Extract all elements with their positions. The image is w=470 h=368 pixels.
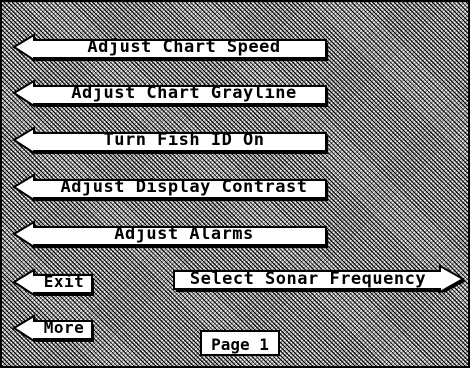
adjust-chart-grayline-button[interactable]: Adjust Chart Grayline	[12, 79, 328, 108]
exit-button[interactable]: Exit	[12, 268, 94, 297]
turn-fish-id-on-button[interactable]: Turn Fish ID On	[12, 126, 328, 155]
adjust-display-contrast-label: Adjust Display Contrast	[60, 177, 308, 197]
turn-fish-id-on-label: Turn Fish ID On	[103, 130, 265, 150]
page-indicator: Page 1	[200, 330, 280, 356]
select-sonar-frequency-label: Select Sonar Frequency	[189, 269, 427, 289]
adjust-chart-speed-label: Adjust Chart Speed	[87, 37, 281, 57]
more-label: More	[43, 318, 85, 337]
adjust-chart-speed-button[interactable]: Adjust Chart Speed	[12, 33, 328, 62]
adjust-alarms-button[interactable]: Adjust Alarms	[12, 220, 328, 249]
adjust-chart-grayline-label: Adjust Chart Grayline	[71, 83, 297, 103]
more-button[interactable]: More	[12, 314, 94, 343]
adjust-display-contrast-button[interactable]: Adjust Display Contrast	[12, 173, 328, 202]
exit-label: Exit	[43, 272, 85, 291]
select-sonar-frequency-button[interactable]: Select Sonar Frequency	[173, 264, 466, 294]
adjust-alarms-label: Adjust Alarms	[114, 224, 254, 244]
sonar-menu-screen: Adjust Chart Speed Adjust Chart Grayline…	[0, 0, 470, 368]
